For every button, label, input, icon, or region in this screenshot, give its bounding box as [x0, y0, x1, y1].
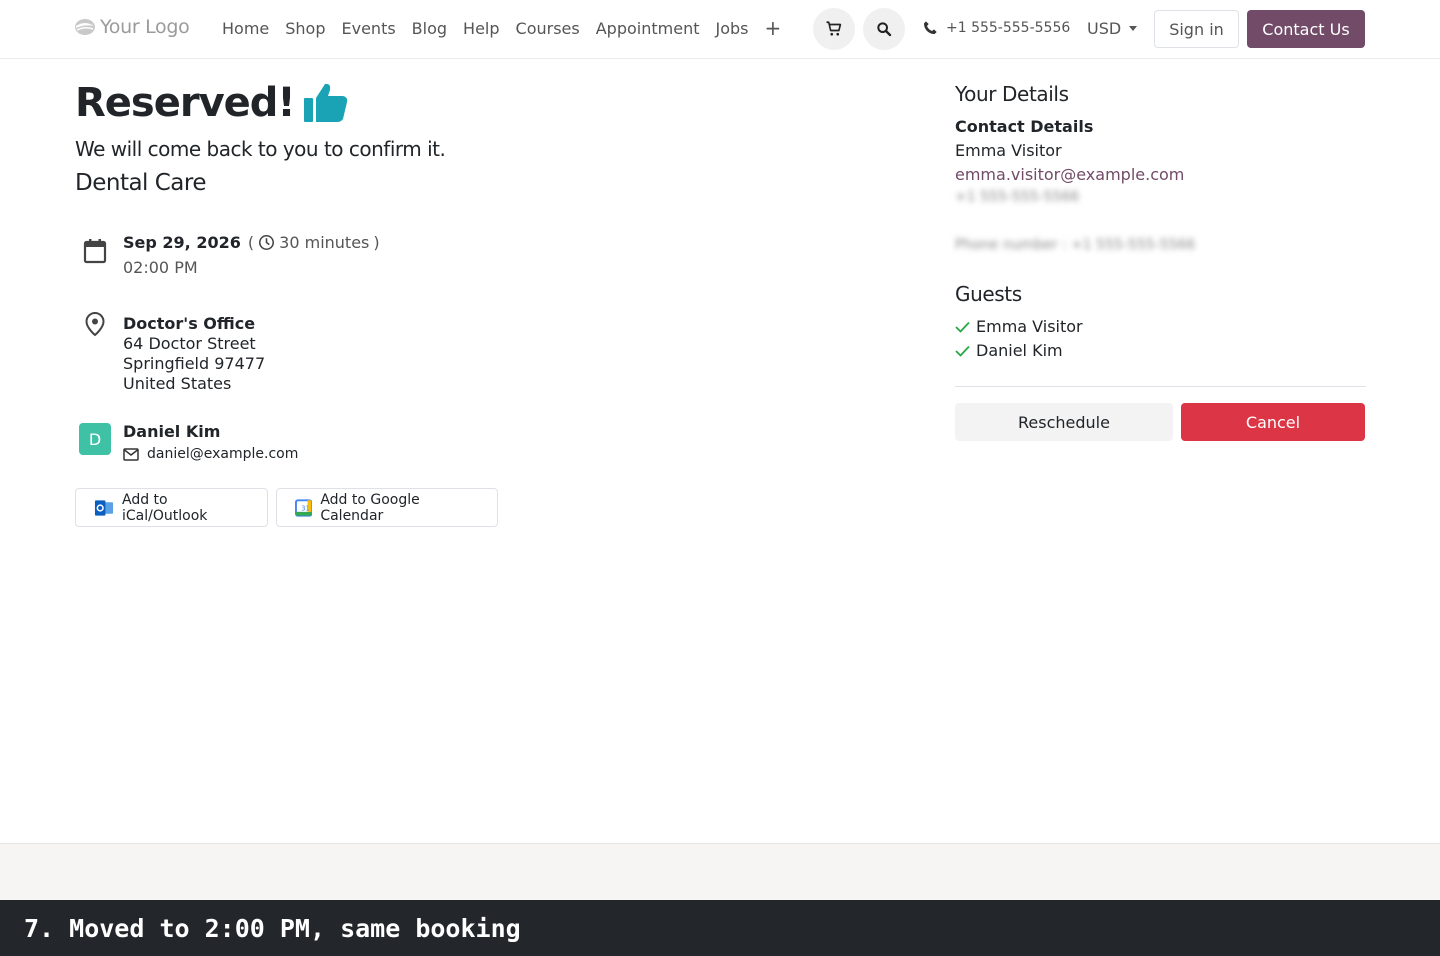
thumbs-up-icon	[303, 83, 347, 122]
date-value: Sep 29, 2026	[123, 233, 241, 252]
duration: ( 30 minutes )	[242, 233, 380, 252]
location-pin-icon	[85, 311, 105, 337]
calendar-icon	[83, 239, 107, 264]
staff-email-text: daniel@example.com	[147, 446, 299, 462]
google-calendar-label: Add to Google Calendar	[320, 491, 420, 524]
sign-in-button[interactable]: Sign in	[1154, 10, 1239, 48]
nav-help[interactable]: Help	[463, 19, 499, 38]
cancel-button[interactable]: Cancel	[1181, 403, 1365, 441]
location-name: Doctor's Office	[123, 314, 256, 333]
currency-selector[interactable]: USD	[1087, 19, 1138, 38]
guest-name: Daniel Kim	[976, 341, 1063, 360]
location-city: Springfield 97477	[123, 354, 266, 373]
avatar: D	[79, 423, 111, 455]
nav-appointment[interactable]: Appointment	[596, 19, 700, 38]
appointment-time: 02:00 PM	[123, 258, 198, 277]
cart-button[interactable]	[813, 8, 855, 50]
your-details-title: Your Details	[955, 82, 1069, 106]
outlook-icon	[94, 499, 114, 516]
phone-field-blurred: Phone number : +1 555-555-5566	[955, 237, 1196, 253]
location-address: Doctor's Office 64 Doctor Street Springf…	[123, 314, 265, 394]
add-to-ical-button[interactable]: Add to iCal/Outlook	[75, 488, 268, 527]
header-phone[interactable]: +1 555-555-5556	[922, 20, 1070, 36]
logo-icon	[75, 19, 95, 35]
staff-name: Daniel Kim	[123, 422, 221, 441]
search-icon	[877, 22, 892, 37]
appointment-date: Sep 29, 2026 ( 30 minutes )	[123, 233, 380, 252]
step-caption: 7. Moved to 2:00 PM, same booking	[0, 900, 1440, 956]
contact-name: Emma Visitor	[955, 141, 1062, 160]
cart-icon	[826, 21, 842, 36]
confirmation-heading: Reserved!	[75, 80, 349, 126]
location-country: United States	[123, 374, 232, 393]
guests-heading: Guests	[955, 282, 1022, 306]
nav-home[interactable]: Home	[222, 19, 269, 38]
ical-label: Add to iCal/Outlook	[122, 491, 208, 524]
nav-shop[interactable]: Shop	[285, 19, 325, 38]
staff-email[interactable]: daniel@example.com	[123, 446, 298, 462]
clock-icon	[259, 234, 275, 251]
nav-add-button[interactable]: +	[764, 18, 781, 38]
reschedule-button[interactable]: Reschedule	[955, 403, 1173, 441]
site-logo[interactable]: Your Logo	[74, 16, 190, 38]
duration-value: 30 minutes	[279, 233, 370, 252]
nav-blog[interactable]: Blog	[412, 19, 447, 38]
contact-phone-blurred: +1 555-555-5566	[955, 189, 1080, 205]
contact-details-heading: Contact Details	[955, 117, 1094, 136]
contact-email[interactable]: emma.visitor@example.com	[955, 165, 1184, 184]
confirmation-subtitle: We will come back to you to confirm it.	[75, 137, 446, 161]
search-button[interactable]	[863, 8, 905, 50]
google-calendar-icon: 31	[295, 498, 313, 517]
check-icon	[955, 345, 970, 357]
location-street: 64 Doctor Street	[123, 334, 256, 353]
contact-us-button[interactable]: Contact Us	[1247, 10, 1365, 48]
envelope-icon	[123, 447, 139, 461]
divider	[955, 386, 1366, 387]
nav-courses[interactable]: Courses	[516, 19, 580, 38]
guest-item: Emma Visitor	[955, 317, 1083, 336]
currency-value: USD	[1087, 19, 1122, 38]
guest-name: Emma Visitor	[976, 317, 1083, 336]
site-header: Your Logo Home Shop Events Blog Help Cou…	[0, 0, 1440, 59]
service-name: Dental Care	[75, 170, 207, 196]
check-icon	[955, 321, 970, 333]
add-to-google-calendar-button[interactable]: 31 Add to Google Calendar	[276, 488, 498, 527]
logo-text: Your Logo	[100, 16, 190, 38]
page-title: Reserved!	[75, 80, 296, 126]
guest-item: Daniel Kim	[955, 341, 1063, 360]
nav-jobs[interactable]: Jobs	[715, 19, 748, 38]
nav-events[interactable]: Events	[342, 19, 396, 38]
phone-number: +1 555-555-5556	[946, 20, 1071, 36]
chevron-down-icon	[1129, 26, 1138, 31]
page-footer	[0, 843, 1440, 900]
phone-icon	[924, 21, 937, 34]
main-nav: Home Shop Events Blog Help Courses Appoi…	[222, 18, 781, 38]
svg-text:31: 31	[301, 504, 310, 512]
